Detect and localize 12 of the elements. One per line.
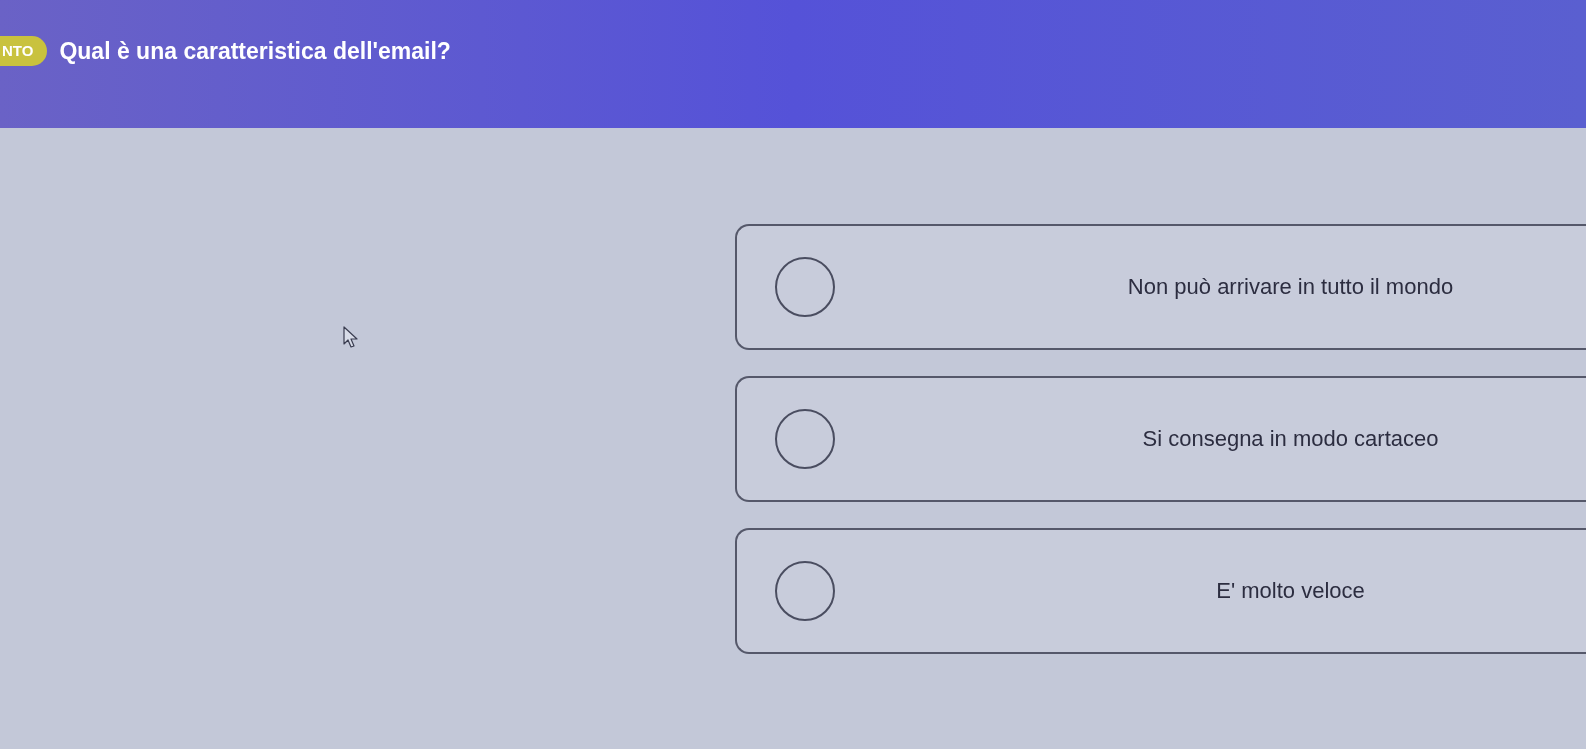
question-text: Qual è una caratteristica dell'email? [59, 37, 451, 66]
option-label: Si consegna in modo cartaceo [1142, 425, 1439, 453]
answer-option[interactable]: E' molto veloce [735, 528, 1586, 654]
answer-option[interactable]: Non può arrivare in tutto il mondo [735, 224, 1586, 350]
radio-button[interactable] [775, 409, 835, 469]
option-label: Non può arrivare in tutto il mondo [1127, 273, 1454, 301]
question-badge: NTO [0, 36, 48, 66]
mouse-pointer-icon [343, 326, 359, 348]
radio-button[interactable] [775, 561, 835, 621]
option-label: E' molto veloce [1216, 577, 1365, 605]
answer-option[interactable]: Si consegna in modo cartaceo [735, 376, 1586, 502]
radio-button[interactable] [775, 257, 835, 317]
